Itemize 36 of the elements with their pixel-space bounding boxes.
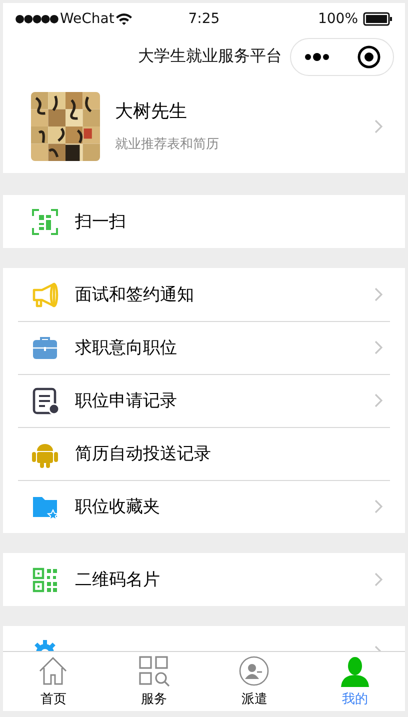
tab-item[interactable]: 首页 [3, 652, 104, 711]
close-icon[interactable] [356, 44, 380, 68]
status-time: 7:25 [187, 10, 221, 26]
megaphone-icon [31, 280, 59, 308]
profile-name: 大树先生 [115, 100, 188, 123]
profile-subtitle: 就业推荐表和简历 [115, 136, 220, 153]
row-label: 二维码名片 [75, 569, 161, 591]
menu-row[interactable]: 求职意向职位 [3, 321, 405, 374]
tab-item[interactable]: 服务 [104, 652, 204, 711]
page-title: 大学生就业服务平台 [138, 46, 282, 67]
document-icon [31, 386, 59, 414]
row-label: 职位申请记录 [75, 390, 178, 412]
menu-row[interactable]: 二维码名片 [3, 553, 405, 606]
signal-dots: ●●●●● [15, 12, 58, 25]
tab-item[interactable]: 派遣 [204, 652, 304, 711]
menu-row[interactable]: 简历自动投送记录 [3, 427, 405, 480]
row-label: 职位收藏夹 [75, 496, 161, 518]
row-label: 简历自动投送记录 [75, 443, 212, 465]
scan-icon [31, 208, 59, 236]
more-icon[interactable] [304, 52, 332, 62]
menu-row[interactable]: 职位申请记录 [3, 374, 405, 427]
menu-row[interactable]: 扫一扫 [3, 195, 405, 248]
person-circle-icon[interactable] [237, 654, 272, 688]
qr-code-icon [31, 566, 59, 594]
battery-percent: 100% [318, 10, 358, 26]
carrier-name: WeChat [60, 10, 114, 26]
menu-row[interactable]: 面试和签约通知 [3, 268, 405, 321]
grid-search-icon[interactable] [136, 654, 171, 688]
row-label: 扫一扫 [75, 211, 127, 233]
menu-row[interactable]: 职位收藏夹 [3, 480, 405, 533]
row-label: 面试和签约通知 [75, 284, 195, 306]
battery-icon [363, 12, 393, 26]
row-label: 求职意向职位 [75, 337, 178, 359]
menu-capsule[interactable] [290, 38, 394, 76]
tab-item[interactable]: 我的 [304, 652, 405, 711]
wifi-icon [116, 12, 132, 24]
